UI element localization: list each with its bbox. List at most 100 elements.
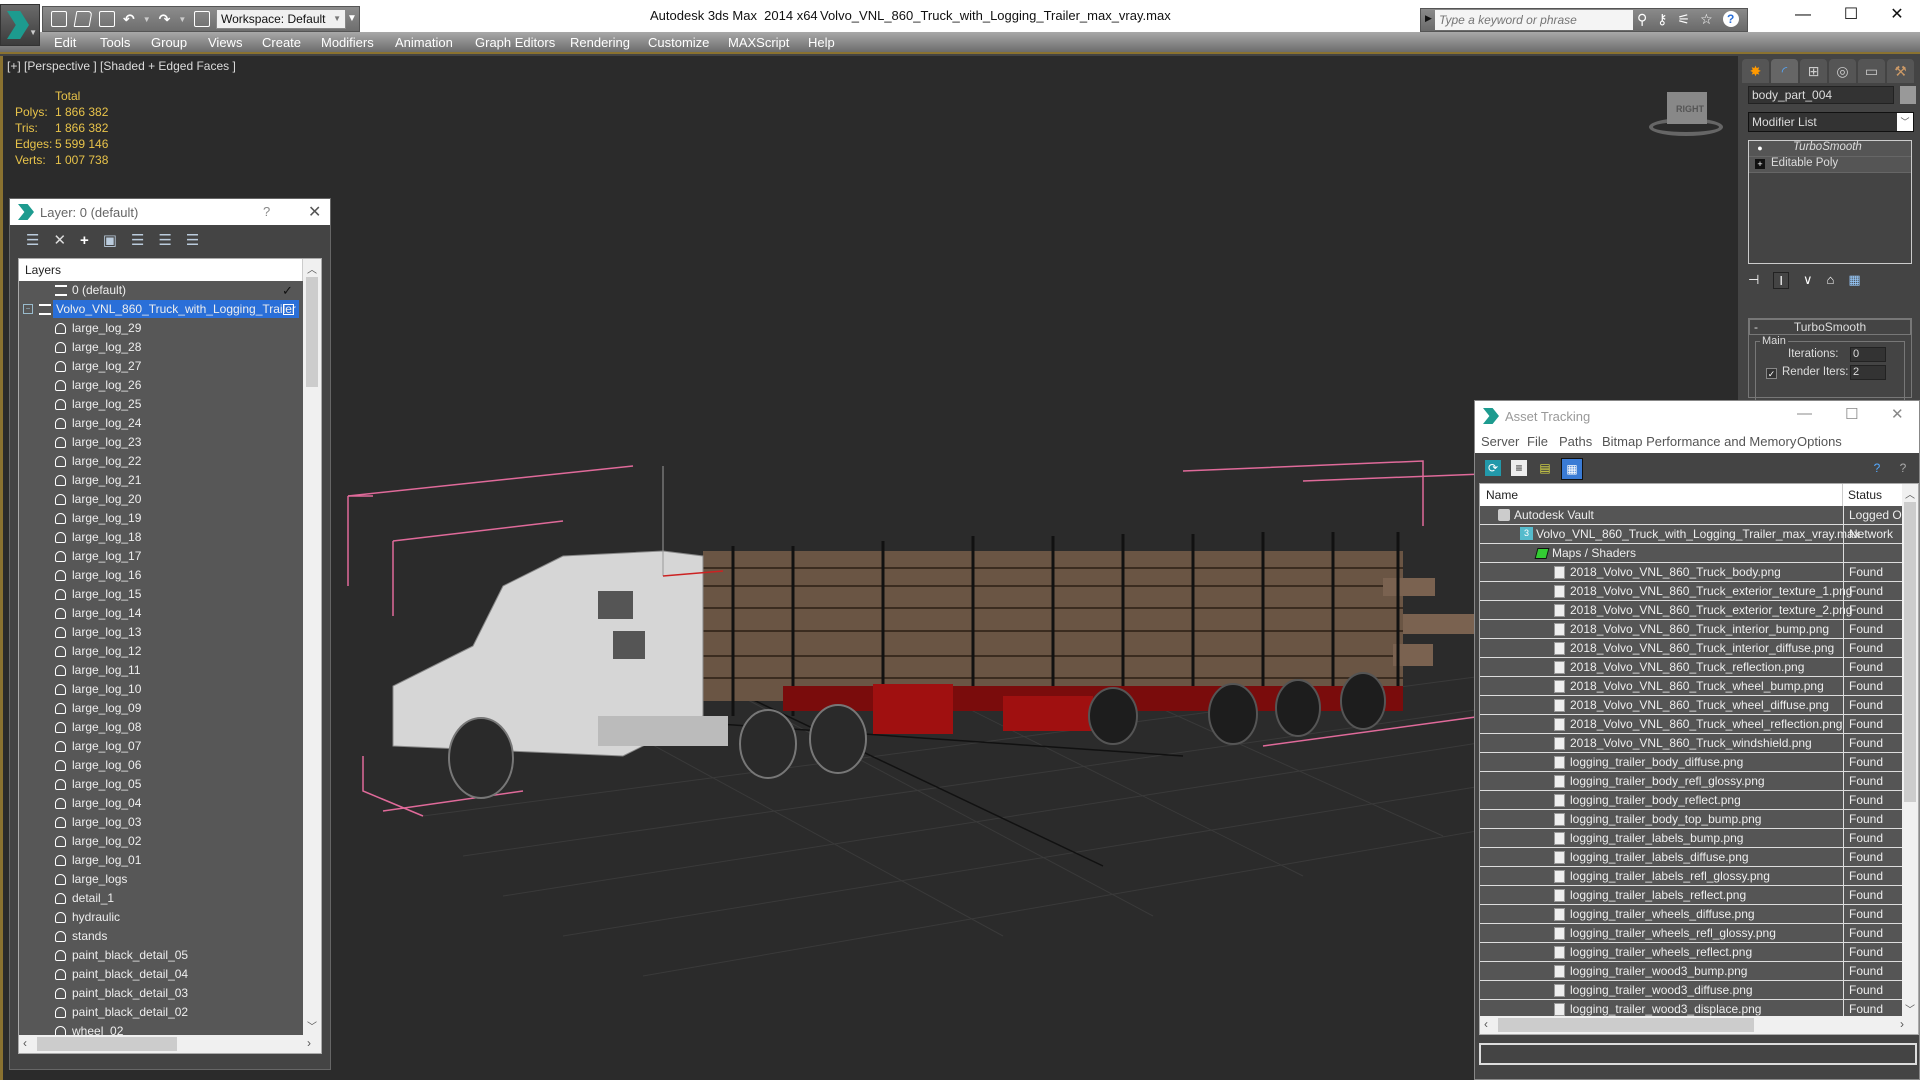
viewcube-face[interactable]: RIGHT (1667, 92, 1707, 124)
asset-vertical-scrollbar[interactable]: ︿ ﹀ (1902, 484, 1918, 1018)
layer-object-row[interactable]: large_log_12 (19, 642, 303, 661)
redo-dropdown-icon[interactable]: ▼ (178, 15, 186, 24)
menu-options[interactable]: Options (1797, 434, 1842, 449)
scroll-left-icon[interactable]: ‹ (1484, 1017, 1488, 1031)
asset-row[interactable]: logging_trailer_body_refl_glossy.png Foun… (1480, 772, 1904, 791)
highlight-layer-icon[interactable]: ☰ (158, 231, 171, 249)
maximize-button[interactable]: ☐ (1828, 4, 1874, 28)
customize-qat-button[interactable]: ▼ (346, 9, 358, 29)
layer-object-row[interactable]: detail_1 (19, 889, 303, 908)
select-objects-in-layer-icon[interactable]: ▣ (103, 231, 117, 249)
app-menu-button[interactable]: ▼ (0, 4, 40, 46)
asset-tracking-titlebar[interactable]: Asset Tracking — ☐ ✕ (1475, 401, 1919, 431)
stack-item-editable-poly[interactable]: + Editable Poly (1749, 157, 1911, 173)
scroll-down-icon[interactable]: ﹀ (307, 1018, 317, 1033)
motion-tab-icon[interactable]: ◎ (1829, 59, 1856, 83)
create-layer-icon[interactable]: ☰ (26, 231, 39, 249)
layer-settings-icon[interactable]: ☰ (186, 231, 199, 249)
layer-object-row[interactable]: large_log_27 (19, 357, 303, 376)
minimize-button[interactable]: — (1780, 4, 1826, 28)
delete-layer-icon[interactable]: ✕ (53, 231, 66, 249)
column-status[interactable]: Status (1848, 488, 1882, 502)
scroll-left-icon[interactable]: ‹ (23, 1036, 27, 1050)
asset-row[interactable]: logging_trailer_body_reflect.png Found (1480, 791, 1904, 810)
layer-object-row[interactable]: large_log_04 (19, 794, 303, 813)
asset-row[interactable]: Autodesk Vault Logged Out (1480, 506, 1904, 525)
expand-icon[interactable]: + (1755, 159, 1765, 169)
new-file-icon[interactable] (51, 11, 67, 27)
menu-server[interactable]: Server (1481, 434, 1519, 449)
modifier-list-dropdown[interactable]: Modifier List ﹀ (1748, 112, 1914, 132)
scroll-right-icon[interactable]: › (307, 1036, 311, 1050)
layer-object-row[interactable]: large_log_29 (19, 319, 303, 338)
scroll-right-icon[interactable]: › (1900, 1017, 1904, 1031)
table-view-icon[interactable]: ▦ (1561, 458, 1583, 480)
help-icon[interactable]: ? (1722, 11, 1739, 27)
layer-object-row[interactable]: stands (19, 927, 303, 946)
utilities-tab-icon[interactable]: ⚒ (1887, 59, 1914, 83)
menu-edit[interactable]: Edit (54, 35, 76, 50)
open-file-icon[interactable] (73, 11, 93, 27)
asset-row[interactable]: logging_trailer_wood3_diffuse.png Found (1480, 981, 1904, 1000)
layer-object-row[interactable]: large_log_14 (19, 604, 303, 623)
maximize-button[interactable]: ☐ (1845, 405, 1858, 423)
menu-graph-editors[interactable]: Graph Editors (475, 35, 555, 50)
lightbulb-icon[interactable]: ● (1755, 143, 1765, 153)
asset-row[interactable]: 2018_Volvo_VNL_860_Truck_interior_bump.p… (1480, 620, 1904, 639)
asset-row[interactable]: 2018_Volvo_VNL_860_Truck_wheel_bump.png F… (1480, 677, 1904, 696)
menu-tools[interactable]: Tools (100, 35, 130, 50)
scroll-up-icon[interactable]: ︿ (1905, 486, 1915, 501)
minimize-button[interactable]: — (1797, 405, 1812, 422)
scroll-thumb[interactable] (37, 1037, 177, 1051)
column-name[interactable]: Name (1486, 488, 1518, 502)
layer-horizontal-scrollbar[interactable]: ‹ › (19, 1035, 321, 1053)
close-button[interactable]: ✕ (1891, 405, 1904, 423)
layer-object-row[interactable]: large_log_16 (19, 566, 303, 585)
layer-object-row[interactable]: large_log_24 (19, 414, 303, 433)
project-folder-icon[interactable] (194, 11, 211, 27)
object-color-swatch[interactable] (1900, 86, 1916, 104)
expand-search-icon[interactable]: ▶ (1425, 13, 1432, 24)
menu-bitmap-performance[interactable]: Bitmap Performance and Memory (1602, 434, 1796, 449)
menu-rendering[interactable]: Rendering (570, 35, 630, 50)
asset-row[interactable]: 2018_Volvo_VNL_860_Truck_windshield.png F… (1480, 734, 1904, 753)
asset-row[interactable]: logging_trailer_labels_refl_glossy.png Fo… (1480, 867, 1904, 886)
layer-object-row[interactable]: large_logs (19, 870, 303, 889)
rollout-header[interactable]: - TurboSmooth (1749, 319, 1911, 335)
layer-object-row[interactable]: large_log_06 (19, 756, 303, 775)
layer-object-row[interactable]: large_log_03 (19, 813, 303, 832)
asset-horizontal-scrollbar[interactable]: ‹ › (1480, 1016, 1918, 1034)
layer-object-row[interactable]: paint_black_detail_05 (19, 946, 303, 965)
layer-object-row[interactable]: large_log_09 (19, 699, 303, 718)
layer-object-row[interactable]: large_log_22 (19, 452, 303, 471)
layer-object-row[interactable]: large_log_23 (19, 433, 303, 452)
collapse-icon[interactable]: − (23, 304, 33, 314)
satellite-icon[interactable]: ⚟ (1678, 11, 1691, 28)
layer-object-row[interactable]: large_log_08 (19, 718, 303, 737)
asset-row[interactable]: 2018_Volvo_VNL_860_Truck_exterior_textur… (1480, 601, 1904, 620)
layer-object-row[interactable]: large_log_07 (19, 737, 303, 756)
iterations-spinner[interactable]: 0 (1850, 347, 1886, 362)
layer-object-row[interactable]: paint_black_detail_02 (19, 1003, 303, 1022)
select-layer-icon[interactable]: ☰ (131, 231, 144, 249)
workspace-dropdown[interactable]: Workspace: Default ▼ (216, 9, 346, 29)
asset-row[interactable]: logging_trailer_labels_diffuse.png Found (1480, 848, 1904, 867)
layer-object-row[interactable]: large_log_19 (19, 509, 303, 528)
menu-customize[interactable]: Customize (648, 35, 709, 50)
undo-icon[interactable]: ↶ (123, 11, 135, 28)
layer-object-row[interactable]: hydraulic (19, 908, 303, 927)
layer-object-row[interactable]: large_log_01 (19, 851, 303, 870)
asset-row[interactable]: 2018_Volvo_VNL_860_Truck_reflection.png F… (1480, 658, 1904, 677)
asset-row[interactable]: logging_trailer_wood3_bump.png Found (1480, 962, 1904, 981)
current-layer-check-icon[interactable]: ✓ (282, 281, 293, 300)
scroll-thumb[interactable] (306, 277, 318, 387)
add-to-layer-icon[interactable]: + (80, 232, 89, 249)
asset-row[interactable]: logging_trailer_labels_reflect.png Found (1480, 886, 1904, 905)
viewport-label[interactable]: [+] [Perspective ] [Shaded + Edged Faces… (7, 59, 236, 73)
close-button[interactable]: ✕ (1874, 4, 1920, 28)
layer-object-row[interactable]: large_log_05 (19, 775, 303, 794)
scroll-down-icon[interactable]: ﹀ (1905, 1001, 1915, 1016)
layer-object-row[interactable]: large_log_02 (19, 832, 303, 851)
refresh-icon[interactable]: ⟳ (1485, 460, 1501, 476)
layer-object-row[interactable]: paint_black_detail_04 (19, 965, 303, 984)
